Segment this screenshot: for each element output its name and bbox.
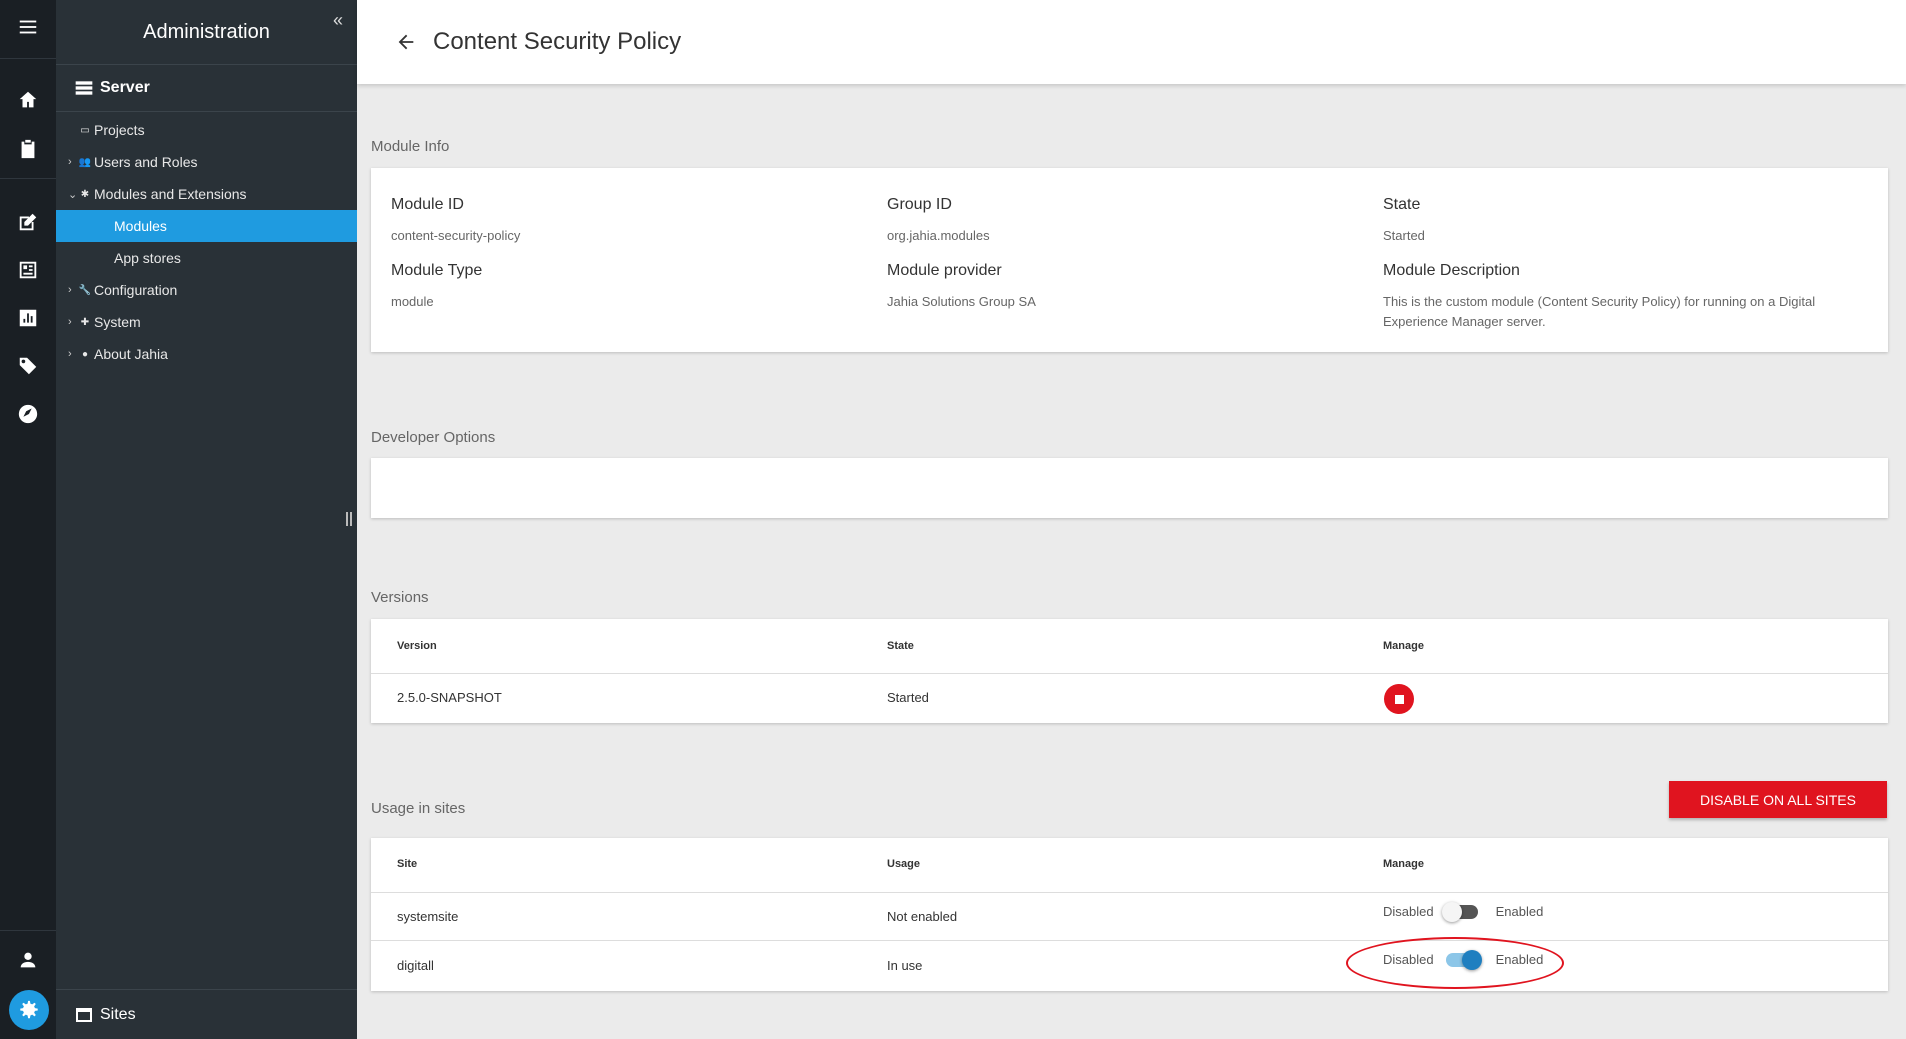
tree-item-system[interactable]: › ✚ System (56, 306, 357, 338)
wrench-icon: 🔧 (78, 284, 92, 296)
sites-label: Sites (100, 1005, 136, 1023)
versions-table: Version State Manage 2.5.0-SNAPSHOT Star… (371, 619, 1888, 723)
server-label: Server (100, 79, 150, 96)
stop-module-button[interactable] (1384, 684, 1414, 714)
back-button[interactable] (391, 27, 421, 57)
usage-cell: Not enabled (887, 909, 958, 924)
settings-icon[interactable] (9, 990, 49, 1030)
tree-item-configuration[interactable]: › 🔧 Configuration (56, 274, 357, 306)
column-header-site: Site (397, 858, 418, 870)
enabled-label: Enabled (1495, 904, 1544, 919)
chevron-right-icon: › (68, 284, 72, 296)
module-description-value: This is the custom module (Content Secur… (1383, 294, 1816, 329)
module-type-value: module (391, 294, 434, 309)
chevron-right-icon: › (68, 348, 72, 360)
module-info-heading: Module Info (371, 138, 450, 155)
info-icon: ● (81, 348, 89, 360)
site-toggle-systemsite[interactable]: Disabled Enabled (1383, 901, 1544, 922)
state-cell: Started (887, 690, 929, 705)
versions-heading: Versions (371, 589, 429, 606)
developer-options-heading: Developer Options (371, 429, 496, 446)
tree-item-label: System (94, 314, 141, 330)
home-icon[interactable] (0, 80, 56, 120)
panel-title: Administration (143, 20, 270, 43)
chevron-down-icon: ⌄ (68, 188, 78, 201)
server-icon (75, 81, 93, 95)
state-value: Started (1383, 228, 1425, 243)
arrow-left-icon (398, 34, 414, 50)
projects-icon: ▭ (80, 124, 90, 136)
tree-item-modules[interactable]: Modules (56, 210, 357, 242)
tree-item-label: Users and Roles (94, 154, 198, 170)
tree-item-users-and-roles[interactable]: › 👥 Users and Roles (56, 146, 357, 178)
user-icon[interactable] (0, 940, 56, 980)
menu-icon[interactable] (0, 7, 56, 47)
site-cell: systemsite (397, 909, 459, 924)
group-id-label: Group ID (887, 196, 952, 213)
disable-on-all-sites-button[interactable]: DISABLE ON ALL SITES (1669, 781, 1887, 818)
column-header-version: Version (397, 640, 437, 652)
tree-item-label: About Jahia (94, 346, 168, 362)
tree-item-label: Modules and Extensions (94, 186, 247, 202)
group-id-value: org.jahia.modules (887, 228, 990, 243)
module-type-label: Module Type (391, 262, 483, 279)
module-provider-label: Module provider (887, 262, 1002, 279)
server-section[interactable]: Server (56, 64, 357, 112)
page-title: Content Security Policy (433, 28, 682, 55)
tree-item-about-jahia[interactable]: › ● About Jahia (56, 338, 357, 370)
edit-content-icon[interactable] (0, 202, 56, 242)
column-header-manage: Manage (1383, 858, 1424, 870)
column-header-state: State (887, 640, 914, 652)
sites-section[interactable]: Sites (56, 989, 357, 1039)
chevron-right-icon: › (68, 156, 72, 168)
page-header: Content Security Policy (357, 0, 1906, 84)
tree-item-label: Modules (114, 218, 167, 234)
puzzle-icon: ✱ (80, 188, 90, 200)
analytics-icon[interactable] (0, 298, 56, 338)
stop-icon (1394, 694, 1404, 704)
usage-heading: Usage in sites (371, 800, 466, 817)
tree-item-label: Configuration (94, 282, 178, 298)
module-id-value: content-security-policy (391, 228, 521, 243)
tag-icon[interactable] (0, 346, 56, 386)
resize-handle[interactable] (346, 512, 352, 526)
compass-icon[interactable] (0, 394, 56, 434)
plus-icon: ✚ (80, 316, 90, 328)
module-provider-value: Jahia Solutions Group SA (887, 294, 1036, 309)
module-description-label: Module Description (1383, 262, 1520, 279)
state-label: State (1383, 196, 1421, 213)
admin-panel: Administration « Server ▭ Projects › 👥 U… (56, 0, 357, 1039)
tree-item-modules-and-extensions[interactable]: ⌄ ✱ Modules and Extensions (56, 178, 357, 210)
tree-item-app-stores[interactable]: App stores (56, 242, 357, 274)
column-header-usage: Usage (887, 858, 921, 870)
tree-item-label: Projects (94, 122, 145, 138)
users-icon: 👥 (78, 156, 92, 168)
page-composer-icon[interactable] (0, 250, 56, 290)
clipboard-icon[interactable] (0, 129, 56, 169)
collapse-panel-button[interactable]: « (333, 10, 343, 31)
tree-item-projects[interactable]: ▭ Projects (56, 114, 357, 146)
usage-cell: In use (887, 958, 923, 973)
tree-item-label: App stores (114, 250, 181, 266)
icon-rail (0, 0, 56, 1039)
highlight-annotation (1346, 937, 1564, 989)
toggle-switch[interactable] (1441, 901, 1478, 922)
column-header-manage: Manage (1383, 640, 1424, 652)
usage-table: Site Usage Manage systemsite Not enabled… (371, 838, 1888, 991)
site-cell: digitall (397, 958, 434, 973)
admin-tree: ▭ Projects › 👥 Users and Roles ⌄ ✱ Modul… (56, 114, 357, 370)
version-cell: 2.5.0-SNAPSHOT (397, 690, 502, 705)
module-id-label: Module ID (391, 196, 464, 213)
window-icon (76, 1007, 92, 1022)
disabled-label: Disabled (1383, 904, 1434, 919)
chevron-right-icon: › (68, 316, 72, 328)
module-info-card: Module ID content-security-policy Group … (371, 168, 1888, 352)
developer-options-card (371, 458, 1888, 518)
